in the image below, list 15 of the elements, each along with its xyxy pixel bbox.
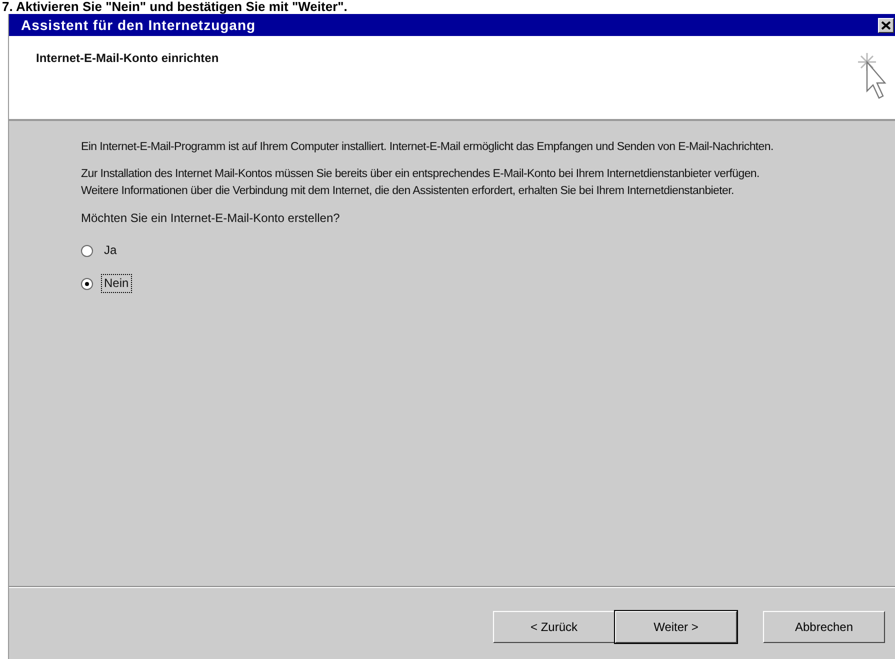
description-text: Zur Installation des Internet Mail-Kontos müssen Sie bereits über ein entsprechendes E-Mail-Konto bei Ihrem Internetdienstanbieter verfügen. Weitere Informationen über die Verbindung mit dem Internet, die den Assistenten erfordert, erhalten Sie bei Ihrem Internetdienstanbieter. — [81, 167, 760, 199]
page-title: Internet-E-Mail-Konto einrichten — [36, 51, 219, 67]
wizard-button[interactable]: Weiter > — [615, 611, 737, 643]
close-button[interactable] — [878, 18, 894, 32]
radio-button[interactable] — [81, 278, 93, 290]
wizard-button[interactable]: Abbrechen — [763, 611, 885, 643]
description-text: Ein Internet-E-Mail-Programm ist auf Ihrem Computer installiert. Internet-E-Mail ermöglicht das Empfangen und Senden von E-Mail-Nachrichten. — [81, 140, 774, 155]
wizard-button[interactable]: < Zurück — [493, 611, 615, 643]
instruction-text: 7. Aktivieren Sie "Nein" und bestätigen Sie mit "Weiter". — [1, 0, 348, 14]
close-icon — [881, 20, 891, 30]
question-text: Möchten Sie ein Internet-E-Mail-Konto erstellen? — [81, 210, 341, 227]
radio-button[interactable] — [81, 244, 93, 256]
window-title: Assistent für den Internetzugang — [21, 17, 256, 33]
radio-label[interactable]: Ja — [101, 241, 120, 260]
radio-label[interactable]: Nein — [101, 274, 132, 293]
